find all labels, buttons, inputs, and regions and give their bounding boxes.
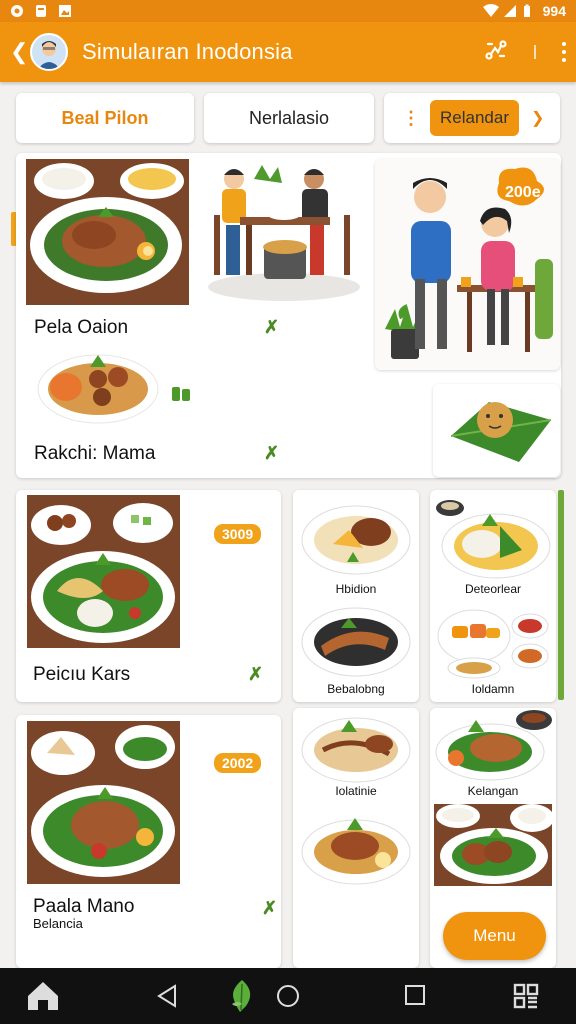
tile-label: Hbidion <box>335 582 377 596</box>
tab-label: Beal Pilon <box>61 107 149 128</box>
dish-image <box>434 804 552 886</box>
tile-label: Deteorlear <box>464 582 522 596</box>
app-bar: ❮ Simulaıran Inodonsia <box>0 22 576 82</box>
snack-tile[interactable] <box>433 384 560 477</box>
dish-subtitle: Belancia <box>33 916 83 931</box>
dish-tile-group: Hbidion Bebalobng <box>293 490 419 702</box>
dish-tile[interactable]: Ioldamn <box>430 596 556 702</box>
status-time: 994 <box>542 3 566 19</box>
tab-group-relandar: ⋮ Relandar ❯ <box>384 93 560 143</box>
dish-name: Pela Oaion <box>34 317 129 338</box>
battery-icon <box>523 4 537 18</box>
dish-card[interactable]: 3009 Peicıu Kars ✗ <box>16 490 281 702</box>
tile-label: Kelangan <box>467 784 519 798</box>
remove-icon[interactable]: ✗ <box>262 898 277 919</box>
grid-icon[interactable] <box>512 982 540 1015</box>
remove-icon[interactable]: ✗ <box>264 443 279 464</box>
dish-image <box>36 347 160 425</box>
dish-image <box>293 812 419 888</box>
dish-name: Rakchi: Mama <box>34 443 156 464</box>
dish-tile[interactable]: Hbidion <box>293 490 419 596</box>
image-icon <box>58 4 72 18</box>
status-bar: 994 <box>0 0 576 22</box>
navigation-bar <box>0 968 576 1024</box>
dish-tile-group: Iolatinie <box>293 708 419 968</box>
toolbar-divider <box>534 45 536 59</box>
avatar[interactable] <box>30 33 68 71</box>
dish-image <box>26 159 189 305</box>
tab-nerlalasio[interactable]: Nerlalasio <box>204 93 374 143</box>
app-icon <box>34 4 48 18</box>
tab-beal-pilon[interactable]: Beal Pilon <box>16 93 194 143</box>
more-icon[interactable] <box>562 42 566 62</box>
dish-tile[interactable]: Iolatinie <box>293 708 419 808</box>
back-nav-icon[interactable] <box>156 984 178 1013</box>
dish-card[interactable]: 2002 Paala Mano Belancia ✗ <box>16 715 281 968</box>
dish-name: Peicıu Kars <box>33 664 131 685</box>
promo-badge: 200e <box>505 184 541 201</box>
tile-label: Bebalobng <box>327 682 385 696</box>
dish-name: Paala Mano <box>33 896 135 917</box>
scrollbar[interactable] <box>558 490 564 700</box>
remove-icon[interactable]: ✗ <box>248 664 263 685</box>
dish-tile[interactable]: Deteorlear <box>430 490 556 596</box>
restaurant-illustration <box>204 159 364 307</box>
dish-tile-group: Deteorlear Ioldamn <box>430 490 556 702</box>
recents-icon[interactable] <box>404 984 426 1011</box>
price-badge: 3009 <box>214 524 262 544</box>
notification-icon <box>10 4 24 18</box>
back-icon[interactable]: ❮ <box>10 39 28 65</box>
leaf-icon[interactable] <box>228 978 256 1019</box>
price-badge: 2002 <box>214 753 262 773</box>
dish-image <box>27 721 180 884</box>
home-circle-icon[interactable] <box>276 984 300 1013</box>
tile-label: Iolatinie <box>335 784 377 798</box>
chevron-right-icon[interactable]: ❯ <box>531 108 544 128</box>
menu-button[interactable]: Menu <box>443 912 546 960</box>
dish-tile[interactable]: Bebalobng <box>293 596 419 702</box>
dish-image <box>27 495 180 648</box>
tile-label: Ioldamn <box>471 682 515 696</box>
leaf-icon <box>170 385 194 408</box>
route-icon[interactable] <box>484 38 508 67</box>
more-vertical-icon[interactable]: ⋮ <box>402 108 420 129</box>
dish-card[interactable]: 200e Pela Oaion ✗ Rakchi: Mama ✗ <box>16 153 561 478</box>
tab-relandar[interactable]: Relandar <box>430 100 519 136</box>
signal-icon <box>503 4 517 18</box>
dish-tile[interactable]: Kelangan <box>430 708 556 808</box>
remove-icon[interactable]: ✗ <box>264 317 279 338</box>
promo-panel[interactable]: 200e <box>375 159 560 370</box>
wifi-icon <box>482 4 499 18</box>
home-icon[interactable] <box>26 980 60 1017</box>
page-title: Simulaıran Inodonsia <box>82 39 293 64</box>
tab-label: Nerlalasio <box>248 107 330 128</box>
